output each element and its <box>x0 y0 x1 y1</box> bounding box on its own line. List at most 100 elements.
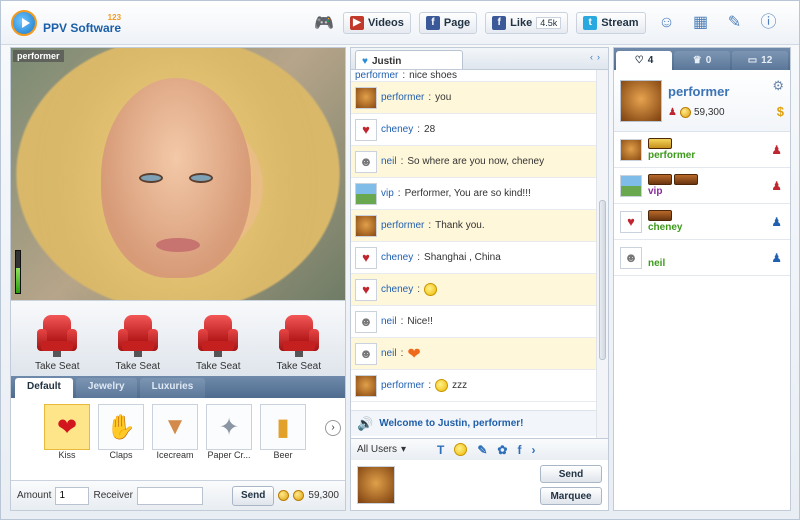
coins-icon <box>278 490 290 501</box>
scrollbar-thumb[interactable] <box>599 200 606 360</box>
gift-box-icon[interactable]: ▦ <box>688 10 714 36</box>
video-stream[interactable]: performer <box>11 48 345 300</box>
info-icon[interactable]: ⓘ <box>756 10 782 36</box>
user-row[interactable]: ♥ cheney ♟ <box>614 204 790 240</box>
take-seat-button[interactable]: Take Seat <box>103 315 173 372</box>
videos-button[interactable]: ▶ Videos <box>343 11 411 34</box>
facebook-like-icon: f <box>492 15 507 30</box>
emoticon-icon[interactable] <box>454 443 468 456</box>
text-format-icon[interactable]: T <box>437 443 444 457</box>
seat-label: Take Seat <box>35 361 80 372</box>
landscape-avatar-icon <box>620 174 642 197</box>
take-seat-button[interactable]: Take Seat <box>183 315 253 372</box>
recipient-select[interactable]: All Users ▾ <box>357 444 427 455</box>
page-label: Page <box>443 16 471 29</box>
list-item: performer: nice shoes <box>351 70 596 82</box>
gift-kiss[interactable]: ❤ Kiss <box>43 404 91 460</box>
tab-users[interactable]: ♡ 4 <box>616 51 672 70</box>
armchair-icon <box>196 315 240 359</box>
tab-luxuries[interactable]: Luxuries <box>139 378 206 398</box>
user-row[interactable]: performer ♟ <box>614 132 790 168</box>
rank-badge-icon <box>648 174 672 185</box>
stream-button[interactable]: t Stream <box>576 11 646 34</box>
take-seat-button[interactable]: Take Seat <box>264 315 334 372</box>
gift-list: ❤ Kiss ✋ Claps ▼ Icecream ✦ Paper Cr... … <box>11 398 345 466</box>
like-label: Like <box>510 16 533 29</box>
welcome-message: 🔊 Welcome to Justin, performer! <box>351 410 596 436</box>
seats-row: Take Seat Take Seat Take Seat Take Seat <box>11 300 345 376</box>
chevron-down-icon: ▾ <box>401 444 407 455</box>
user-row[interactable]: vip ♟ <box>614 168 790 204</box>
user-profile-icon[interactable]: ☺ <box>654 10 680 36</box>
coin-icon <box>293 490 305 501</box>
logo-icon <box>11 9 37 36</box>
list-item: ☻ neil: ❤ <box>351 338 596 370</box>
tab-default[interactable]: Default <box>15 378 73 398</box>
more-arrow-icon[interactable]: › <box>531 443 535 457</box>
user-role-icon: ♟ <box>771 215 782 229</box>
gamepad-icon[interactable]: 🎮 <box>313 13 335 33</box>
app-window: 123 PPV Software 🎮 ▶ Videos f Page f Lik… <box>0 0 800 520</box>
performer-tag: performer <box>13 50 64 62</box>
list-item: performer: you <box>351 82 596 114</box>
list-item: ♥ cheney: 28 <box>351 114 596 146</box>
beer-icon: ▮ <box>260 404 306 450</box>
smiley-emote-icon <box>424 283 438 296</box>
users-icon: ♡ <box>634 55 644 66</box>
receiver-label: Receiver <box>93 490 133 501</box>
clap-icon: ✋ <box>98 404 144 450</box>
chat-icon: ▭ <box>747 55 758 66</box>
coin-icon <box>679 106 691 118</box>
facebook-icon: f <box>425 15 440 30</box>
gift-beer[interactable]: ▮ Beer <box>259 404 307 460</box>
chat-toolbar: All Users ▾ T ✎ ✿ f › <box>351 438 608 460</box>
chat-scrollbar[interactable] <box>596 70 608 438</box>
message-input[interactable] <box>401 465 534 505</box>
chat-panel: ♥ Justin ‹› performer: nice shoes perfor… <box>350 47 609 511</box>
facebook-like-button[interactable]: f Like 4.5k <box>485 11 569 34</box>
avatar[interactable] <box>620 79 662 122</box>
tab-messages[interactable]: ▭ 12 <box>732 51 788 70</box>
lips-icon: ❤ <box>44 404 90 450</box>
list-item: ☻ neil: So where are you now, cheney <box>351 146 596 178</box>
send-gift-button[interactable]: Send <box>231 485 275 506</box>
gear-icon[interactable]: ⚙ <box>772 78 784 94</box>
dollar-icon[interactable]: $ <box>777 104 784 119</box>
robot-avatar-icon: ☻ <box>620 246 642 269</box>
rank-badge-icon <box>648 210 672 221</box>
robot-avatar-icon: ☻ <box>355 342 377 365</box>
message-list: performer: nice shoes performer: you ♥ c… <box>351 70 596 438</box>
user-tabs: ♡ 4 ♛ 0 ▭ 12 <box>614 48 790 70</box>
send-message-button[interactable]: Send <box>540 465 602 483</box>
room-tab-label: Justin <box>371 55 402 67</box>
paper-crane-icon: ✦ <box>206 404 252 450</box>
facebook-page-button[interactable]: f Page <box>418 11 478 34</box>
pen-icon[interactable]: ✎ <box>477 443 487 457</box>
amount-label: Amount <box>17 490 52 501</box>
wrench-settings-icon[interactable]: ✎ <box>722 10 748 36</box>
gift-icecream[interactable]: ▼ Icecream <box>151 404 199 460</box>
tab-vip[interactable]: ♛ 0 <box>674 51 730 70</box>
tab-room[interactable]: ♥ Justin <box>355 50 463 69</box>
list-item: ♥ cheney: <box>351 274 596 306</box>
marquee-button[interactable]: Marquee <box>540 487 602 505</box>
gift-claps[interactable]: ✋ Claps <box>97 404 145 460</box>
mic-level-meter <box>15 250 21 294</box>
receiver-input[interactable] <box>136 486 203 505</box>
user-row[interactable]: ☻ neil ♟ <box>614 240 790 276</box>
amount-input[interactable] <box>55 486 90 505</box>
tab-jewelry[interactable]: Jewelry <box>75 378 137 398</box>
gift-paper-crane[interactable]: ✦ Paper Cr... <box>205 404 253 460</box>
share-icon[interactable]: f <box>517 443 521 457</box>
like-count: 4.5k <box>536 16 562 29</box>
take-seat-button[interactable]: Take Seat <box>22 315 92 372</box>
armchair-icon <box>35 315 79 359</box>
rank-badge-icon <box>648 138 672 149</box>
gift-icon[interactable]: ✿ <box>497 443 507 457</box>
twitter-icon: t <box>583 15 598 30</box>
landscape-avatar-icon <box>355 182 377 205</box>
my-balance: 59,300 <box>693 106 725 118</box>
next-gifts-icon[interactable]: › <box>325 420 341 436</box>
tab-scroll-arrows[interactable]: ‹› <box>590 52 604 62</box>
list-item: ☻ neil: Nice!! <box>351 306 596 338</box>
